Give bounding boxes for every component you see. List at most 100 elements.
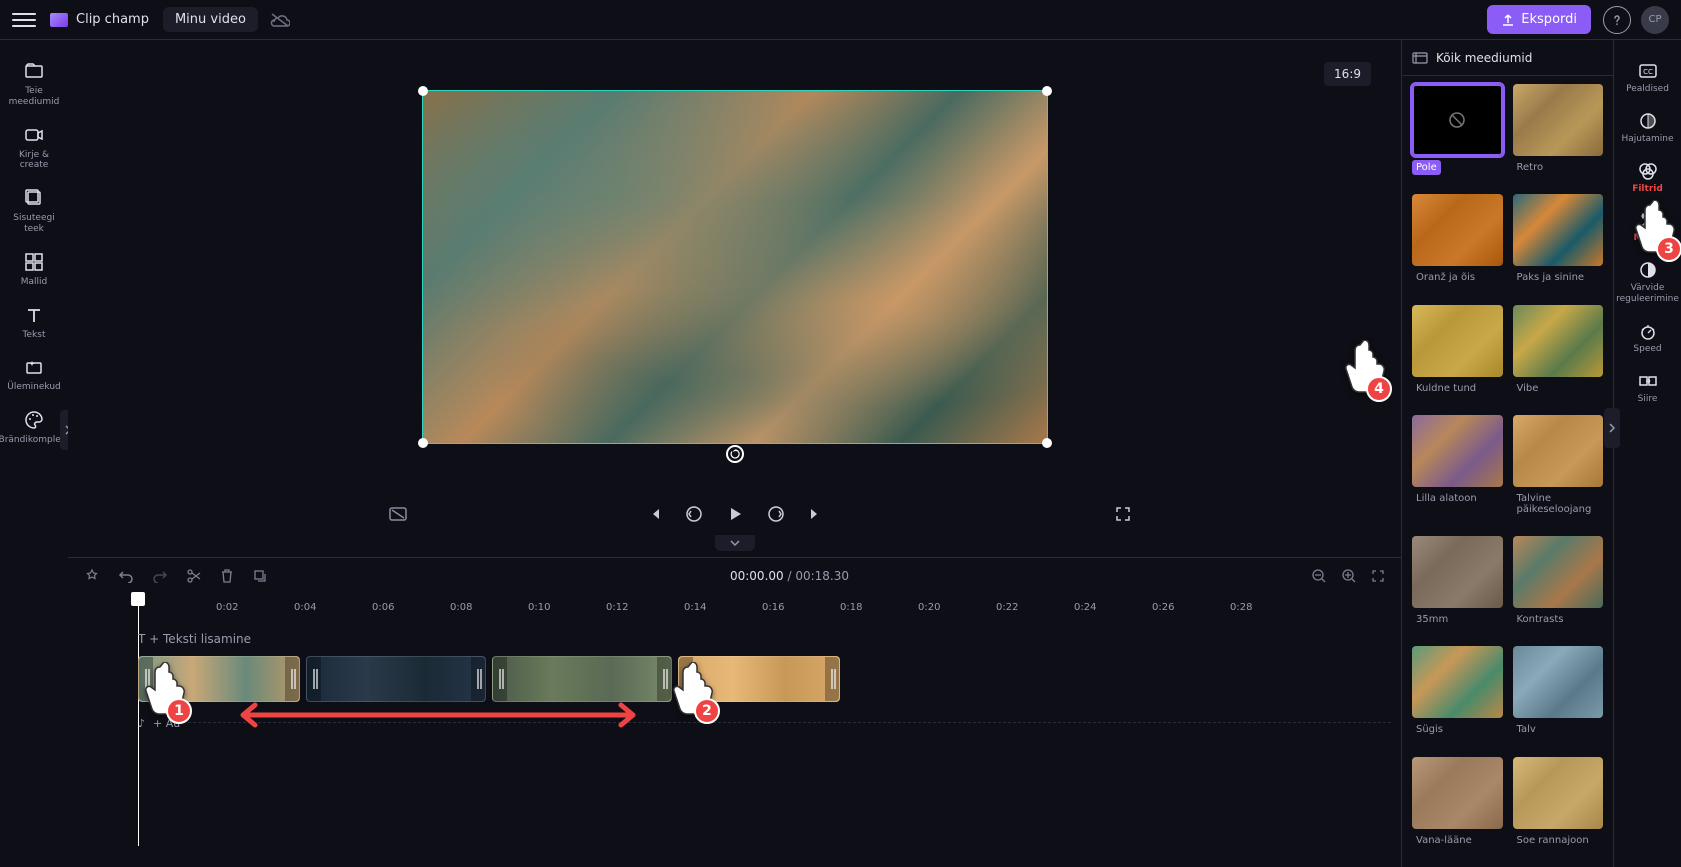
filter-retro[interactable]: Retro (1513, 84, 1604, 186)
resize-handle-br[interactable] (1042, 438, 1052, 448)
fit-zoom-button[interactable] (1371, 569, 1385, 583)
menu-button[interactable] (12, 8, 36, 32)
filter-oranž-ja-õis[interactable]: Oranž ja õis (1412, 194, 1503, 296)
zoom-in-button[interactable] (1341, 568, 1357, 584)
ruler-tick: 0:10 (528, 602, 550, 613)
clip-trim-right[interactable] (657, 657, 671, 701)
property-tab-wand[interactable]: Mõud (1617, 203, 1679, 251)
sidebar-item-sparkle[interactable]: Üleminekud (4, 350, 64, 399)
collapse-timeline-button[interactable] (715, 535, 755, 551)
property-tab-contrast[interactable]: Värvide reguleerimine (1617, 253, 1679, 312)
user-avatar[interactable]: CP (1641, 6, 1669, 34)
filter-paks-ja-sinine[interactable]: Paks ja sinine (1513, 194, 1604, 296)
filter-sügis[interactable]: Sügis (1412, 646, 1503, 748)
clip-trim-right[interactable] (471, 657, 485, 701)
sidebar-item-grid[interactable]: Mallid (4, 245, 64, 294)
forward-button[interactable] (767, 505, 785, 523)
play-button[interactable] (725, 504, 745, 524)
filter-label: Retro (1513, 160, 1548, 175)
export-button[interactable]: Ekspordi (1487, 5, 1591, 34)
filter-label: Lilla alatoon (1412, 491, 1481, 506)
auto-button[interactable] (84, 568, 100, 584)
clip-trim-left[interactable] (493, 657, 507, 701)
upload-icon (1501, 13, 1515, 27)
property-tab-transition[interactable]: Siire (1617, 364, 1679, 412)
sidebar-item-camera[interactable]: Kirje & create (4, 118, 64, 178)
filter-lilla-alatoon[interactable]: Lilla alatoon (1412, 415, 1503, 528)
filter-kuldne-tund[interactable]: Kuldne tund (1412, 305, 1503, 407)
clip-4[interactable] (678, 656, 840, 702)
property-tab-label: Pealdised (1626, 84, 1669, 95)
filter-label: Vibe (1513, 381, 1543, 396)
skip-forward-button[interactable] (807, 506, 823, 522)
split-button[interactable] (186, 568, 202, 584)
rotate-handle[interactable] (726, 445, 744, 463)
resize-handle-tr[interactable] (1042, 86, 1052, 96)
sidebar-label: Sisuteegi teek (4, 213, 64, 235)
skip-back-button[interactable] (647, 506, 663, 522)
clip-trim-right[interactable] (285, 657, 299, 701)
filter-talvine-päikeseloojang[interactable]: Talvine päikeseloojang (1513, 415, 1604, 528)
chevron-down-icon (729, 539, 741, 547)
sidebar-item-library[interactable]: Sisuteegi teek (4, 181, 64, 241)
rewind-button[interactable] (685, 505, 703, 523)
sidebar-item-folder[interactable]: Teie meediumid (4, 54, 64, 114)
duplicate-button[interactable] (252, 568, 268, 584)
clip-trim-right[interactable] (825, 657, 839, 701)
clip-3[interactable] (492, 656, 672, 702)
redo-button[interactable] (152, 569, 168, 583)
aspect-ratio-button[interactable]: 16:9 (1324, 62, 1371, 86)
filter-vana-lääne[interactable]: Vana-lääne (1412, 757, 1503, 859)
timeline-ruler[interactable]: 0:020:040:060:080:100:120:140:160:180:20… (138, 594, 1381, 622)
zoom-out-button[interactable] (1311, 568, 1327, 584)
filter-35mm[interactable]: 35mm (1412, 536, 1503, 638)
collapse-timeline-bar (68, 535, 1401, 557)
property-tab-cc[interactable]: CCPealdised (1617, 54, 1679, 102)
left-sidebar: Teie meediumidKirje & create Sisuteegi te… (0, 40, 68, 867)
filter-pole[interactable]: Pole (1412, 84, 1503, 186)
project-title[interactable]: Minu video (163, 7, 258, 32)
property-sidebar: 3 CCPealdisedHajutamineFiltridMõudVärvid… (1613, 40, 1681, 867)
resize-handle-bl[interactable] (418, 438, 428, 448)
filter-thumb (1513, 84, 1604, 156)
resize-handle-tl[interactable] (418, 86, 428, 96)
filter-kontrasts[interactable]: Kontrasts (1513, 536, 1604, 638)
add-text-hint[interactable]: T + Teksti lisamine (138, 632, 1391, 646)
clip-trim-left[interactable] (139, 657, 153, 701)
add-audio-hint: + Au (153, 717, 180, 730)
hide-preview-button[interactable] (388, 506, 408, 522)
cloud-sync-off-icon[interactable] (270, 12, 290, 28)
none-icon (1447, 110, 1467, 130)
transport-controls (68, 493, 1401, 535)
audio-track[interactable]: ♪+ Au (138, 710, 1391, 736)
clip-trim-left[interactable] (679, 657, 693, 701)
playhead[interactable] (131, 592, 145, 606)
clip-2[interactable] (306, 656, 486, 702)
sidebar-item-palette[interactable]: Brändikomplekt (4, 403, 64, 452)
clip-trim-left[interactable] (307, 657, 321, 701)
filter-label: Sügis (1412, 722, 1447, 737)
property-tab-speed[interactable]: Speed (1617, 314, 1679, 362)
property-tab-fade[interactable]: Hajutamine (1617, 104, 1679, 152)
filter-soe-rannajoon[interactable]: Soe rannajoon (1513, 757, 1604, 859)
filter-vibe[interactable]: Vibe (1513, 305, 1604, 407)
video-canvas[interactable] (423, 91, 1047, 443)
property-tab-filter[interactable]: Filtrid (1617, 154, 1679, 202)
sidebar-item-text[interactable]: Tekst (4, 298, 64, 347)
undo-button[interactable] (118, 569, 134, 583)
filter-thumb (1513, 194, 1604, 266)
help-button[interactable] (1603, 6, 1631, 34)
filter-label: Oranž ja õis (1412, 270, 1479, 285)
folder-icon (23, 60, 45, 82)
collapse-right-panel-button[interactable] (1604, 408, 1620, 448)
ruler-tick: 0:06 (372, 602, 394, 613)
fullscreen-button[interactable] (1115, 506, 1131, 522)
clip-1[interactable] (138, 656, 300, 702)
filters-panel: Kõik meediumid PoleRetroOranž ja õisPaks… (1401, 40, 1613, 867)
clipchamp-logo-icon (50, 13, 68, 27)
filter-talv[interactable]: Talv (1513, 646, 1604, 748)
media-icon (1412, 52, 1428, 64)
filter-thumb (1412, 415, 1503, 487)
delete-button[interactable] (220, 568, 234, 584)
playhead-time: 00:00.00 / 00:18.30 (286, 569, 1293, 583)
